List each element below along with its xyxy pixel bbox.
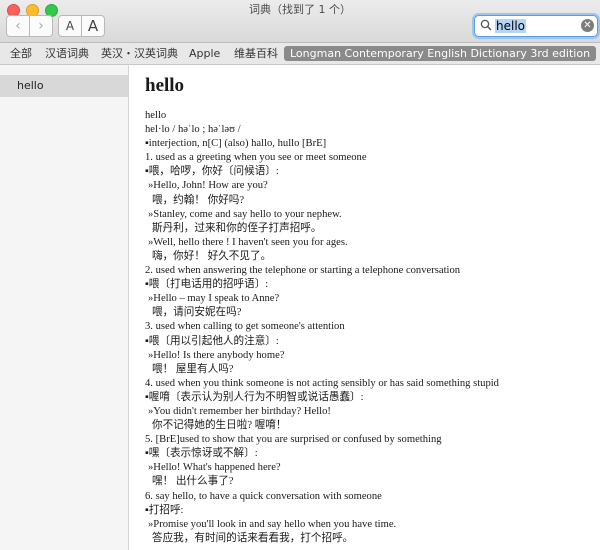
definition-line: 5. [BrE]used to show that you are surpri… (145, 434, 442, 446)
example-sentence: »Hello – may I speak to Anne? (148, 293, 280, 305)
tab-all[interactable]: 全部 (10, 46, 32, 61)
definition-line: ▪interjection, n[C] (also) hallo, hullo … (145, 138, 327, 150)
example-translation: 斯丹利，过来和你的侄子打声招呼。 (152, 222, 322, 234)
example-translation: 喂，请问安妮在吗? (152, 307, 242, 319)
example-sentence: »Hello! What's happened here? (148, 462, 281, 474)
tab-wikipedia[interactable]: 维基百科 (234, 46, 278, 61)
definition-line: hel·lo / həˈlo ; həˈləʊ / (145, 124, 241, 136)
example-sentence: »You didn't remember her birthday? Hello… (148, 405, 331, 417)
entry-headword: hello (145, 75, 185, 96)
forward-button[interactable]: › (30, 15, 53, 37)
tab-apple[interactable]: Apple (189, 46, 220, 61)
tab-english-chinese-dictionary[interactable]: 英汉・汉英词典 (101, 46, 178, 61)
definition-line: ▪打招呼: (145, 504, 184, 516)
definition-line: 3. used when calling to get someone's at… (145, 321, 345, 333)
example-translation: 嗨，你好！ 好久不见了。 (152, 250, 272, 262)
search-field[interactable]: hello ✕ (474, 15, 598, 37)
definition-line: 1. used as a greeting when you see or me… (145, 152, 367, 164)
example-translation: 嘿！ 出什么事了? (152, 476, 234, 488)
sidebar-item-label: hello (17, 79, 44, 92)
navigation-buttons: ‹ › (6, 15, 53, 37)
entry-body: hello hel·lo / həˈlo ; həˈləʊ / ▪interject… (145, 109, 595, 546)
definition-line: 6. say hello, to have a quick conversati… (145, 490, 382, 502)
decrease-font-button[interactable]: A (58, 15, 82, 37)
example-sentence: »Stanley, come and say hello to your nep… (148, 208, 342, 220)
example-translation: 你不记得她的生日啦? 喔唷！ (152, 420, 287, 432)
search-icon (480, 19, 492, 31)
back-button[interactable]: ‹ (6, 15, 30, 37)
tab-longman-dictionary[interactable]: Longman Contemporary English Dictionary … (284, 46, 597, 61)
example-translation: 答应我，有时间的话来看看我，打个招呼。 (152, 532, 354, 544)
font-size-buttons: A A (58, 15, 105, 37)
example-sentence: »Well, hello there ! I haven't seen you … (148, 236, 348, 248)
definition-line: ▪喂，哈啰，你好〔问候语〕: (145, 166, 279, 178)
example-translation: 喂！ 屋里有人吗? (152, 363, 234, 375)
definition-line: hello (145, 110, 167, 121)
definition-line: ▪喔唷〔表示认为别人行为不明智或说话愚蠢〕: (145, 391, 364, 403)
example-translation: 喂，约翰！ 你好吗? (152, 194, 245, 206)
tab-chinese-dictionary[interactable]: 汉语词典 (45, 46, 89, 61)
example-sentence: »Hello! Is there anybody home? (148, 349, 285, 361)
chevron-left-icon: ‹ (15, 18, 21, 34)
example-sentence: »Hello, John! How are you? (148, 180, 268, 192)
clear-search-icon[interactable]: ✕ (581, 19, 594, 32)
definition-line: ▪嘿〔表示惊讶或不解〕: (145, 448, 258, 460)
dictionary-tab-bar: 全部 汉语词典 英汉・汉英词典 Apple 维基百科 Longman Conte… (0, 43, 600, 65)
results-sidebar: hello (0, 65, 129, 550)
increase-font-button[interactable]: A (82, 15, 105, 37)
chevron-right-icon: › (38, 18, 44, 34)
window-titlebar: 词典（找到了 1 个） ‹ › A A hello ✕ (0, 0, 600, 43)
definition-line: 2. used when answering the telephone or … (145, 265, 461, 277)
definition-line: ▪喂〔用以引起他人的注意〕: (145, 335, 279, 347)
definition-pane: hello hello hel·lo / həˈlo ; həˈləʊ / ▪int… (129, 65, 600, 550)
search-input[interactable]: hello (495, 19, 526, 33)
definition-line: ▪喂〔打电话用的招呼语〕: (145, 279, 269, 291)
definition-line: 4. used when you think someone is not ac… (145, 377, 499, 389)
sidebar-item-hello[interactable]: hello (0, 75, 128, 97)
example-sentence: »Promise you'll look in and say hello wh… (148, 518, 397, 530)
